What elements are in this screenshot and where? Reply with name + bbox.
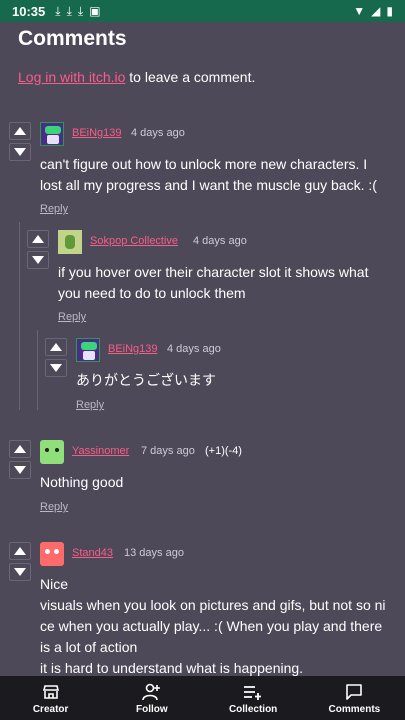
comment: Yassinomer 7 days ago (+1)(-4) Nothing g… [9, 440, 399, 520]
upvote-button[interactable] [45, 338, 67, 356]
nav-collection[interactable]: Collection [203, 676, 304, 720]
reply-link[interactable]: Reply [40, 203, 68, 215]
downvote-button[interactable] [9, 563, 31, 581]
arrow-up-icon [50, 343, 62, 351]
arrow-down-icon [14, 466, 26, 474]
comment-date: 4 days ago [131, 127, 185, 139]
status-bar: 10:35 ⤓ ⤓ ⤓ ▣ ▼ ◢ ▮ [0, 0, 405, 22]
comments-page: Comments Log in with itch.io to leave a … [0, 22, 405, 676]
nav-label: Follow [136, 703, 168, 715]
comment-author[interactable]: BEiNg139 [72, 127, 122, 139]
nav-label: Creator [32, 703, 69, 715]
arrow-down-icon [32, 256, 44, 264]
downvote-button[interactable] [27, 251, 49, 269]
comment-line: ありがとうございます [76, 372, 216, 388]
follow-icon [142, 682, 162, 702]
login-suffix: to leave a comment. [125, 69, 256, 85]
arrow-up-icon [14, 547, 26, 555]
comment-reply: Sokpop Collective 4 days ago if you hove… [27, 230, 402, 330]
comment-line: is a lot of action [40, 639, 138, 655]
comments-icon [345, 682, 363, 702]
nav-creator[interactable]: Creator [0, 676, 101, 720]
comment-reply: BEiNg139 4 days ago ありがとうございます Reply [45, 338, 400, 418]
page-title: Comments [18, 27, 127, 50]
download-icon: ⤓ [66, 3, 72, 18]
bottom-nav: Creator Follow Collection Comments [0, 676, 405, 720]
reply-link[interactable]: Reply [58, 311, 86, 323]
arrow-down-icon [50, 364, 62, 372]
thread-line [19, 222, 20, 410]
signal-icon: ◢ [371, 4, 381, 18]
login-link[interactable]: Log in with itch.io [18, 69, 125, 85]
downvote-button[interactable] [9, 461, 31, 479]
arrow-up-icon [14, 127, 26, 135]
wifi-icon: ▼ [353, 4, 366, 18]
comment-line: you need to do to unlock them [58, 285, 246, 301]
app-icon: ▣ [89, 4, 101, 18]
nav-comments[interactable]: Comments [304, 676, 405, 720]
reply-link[interactable]: Reply [40, 501, 68, 513]
comment-body: if you hover over their character slot i… [58, 262, 403, 304]
comment-body: ありがとうございます [76, 370, 396, 391]
comment: BEiNg139 4 days ago can't figure out how… [9, 122, 399, 222]
upvote-button[interactable] [27, 230, 49, 248]
comment-body: can't figure out how to unlock more new … [40, 154, 400, 196]
comment-author[interactable]: Yassinomer [72, 445, 129, 457]
vote-buttons [45, 338, 67, 380]
comment-author[interactable]: Sokpop Collective [90, 235, 178, 247]
upvote-button[interactable] [9, 122, 31, 140]
avatar[interactable] [76, 338, 100, 362]
arrow-down-icon [14, 568, 26, 576]
comment-line: it is hard to understand what is happeni… [40, 660, 304, 676]
collection-icon [243, 682, 263, 702]
avatar[interactable] [58, 230, 82, 254]
creator-icon [42, 682, 60, 702]
comment-line: lost all my progress and I want the musc… [40, 177, 377, 193]
avatar[interactable] [40, 122, 64, 146]
download-icon: ⤓ [55, 3, 61, 18]
comment-date: 7 days ago [141, 445, 195, 457]
downvote-button[interactable] [45, 359, 67, 377]
comment-body: Nothing good [40, 472, 400, 493]
nav-label: Comments [328, 703, 381, 715]
arrow-up-icon [14, 445, 26, 453]
vote-count: (+1)(-4) [205, 445, 242, 457]
status-time: 10:35 [12, 3, 46, 19]
comment-body: Nice visuals when you look on pictures a… [40, 574, 402, 676]
vote-buttons [9, 542, 31, 584]
vote-buttons [27, 230, 49, 272]
nav-follow[interactable]: Follow [101, 676, 202, 720]
nav-label: Collection [228, 703, 278, 715]
downvote-button[interactable] [9, 143, 31, 161]
download-icon: ⤓ [77, 3, 84, 18]
avatar[interactable] [40, 440, 64, 464]
comment: Stand43 13 days ago Nice visuals when yo… [9, 542, 405, 676]
comment-line: ce when you actually play... :( When you… [40, 618, 383, 634]
login-prompt: Log in with itch.io to leave a comment. [18, 69, 255, 85]
arrow-down-icon [14, 148, 26, 156]
battery-icon: ▮ [386, 4, 393, 18]
comment-line: visuals when you look on pictures and gi… [40, 597, 386, 613]
comment-author[interactable]: Stand43 [72, 547, 113, 559]
upvote-button[interactable] [9, 440, 31, 458]
vote-buttons [9, 440, 31, 482]
reply-link[interactable]: Reply [76, 399, 104, 411]
comment-line: can't figure out how to unlock more new … [40, 156, 368, 172]
upvote-button[interactable] [9, 542, 31, 560]
arrow-up-icon [32, 235, 44, 243]
thread-line [37, 330, 38, 410]
avatar[interactable] [40, 542, 64, 566]
comment-author[interactable]: BEiNg139 [108, 343, 158, 355]
comment-line: Nice [40, 576, 69, 592]
comment-line: if you hover over their character slot i… [58, 264, 369, 280]
comment-line: Nothing good [40, 474, 124, 490]
comment-date: 4 days ago [167, 343, 221, 355]
comment-date: 4 days ago [193, 235, 247, 247]
vote-buttons [9, 122, 31, 164]
comment-date: 13 days ago [124, 547, 184, 559]
